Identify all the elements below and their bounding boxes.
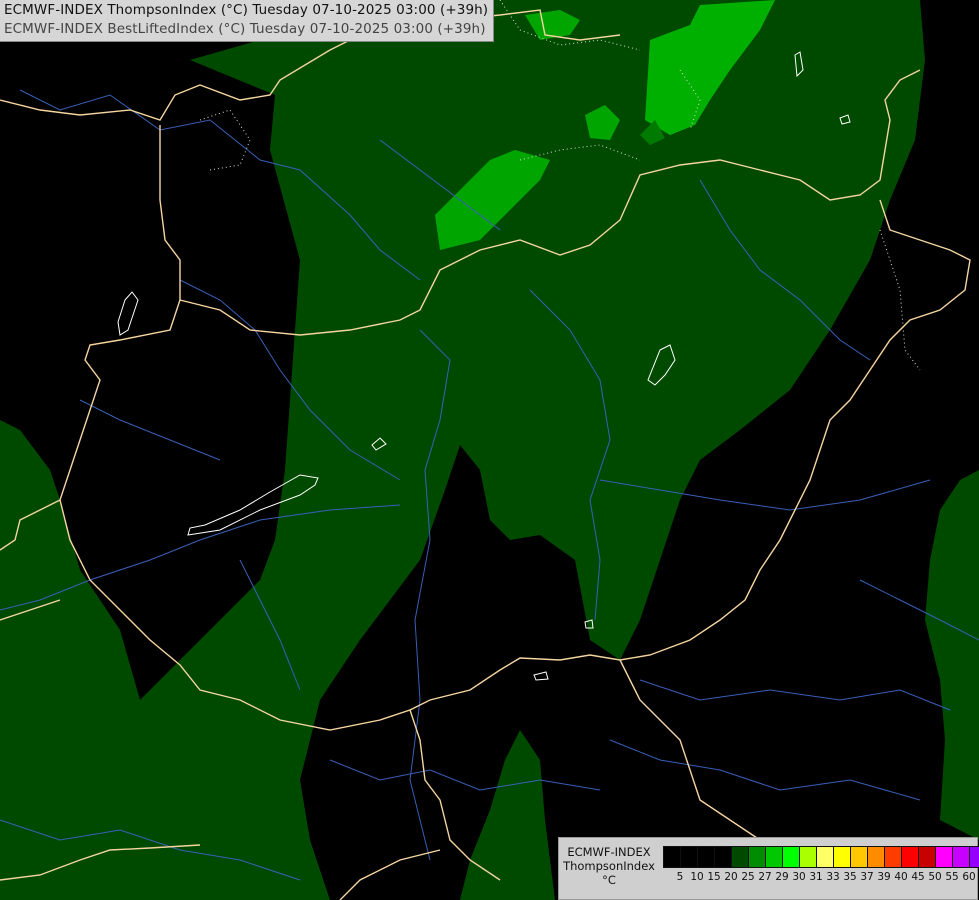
legend-tick-label: 30 [792,871,806,883]
central-green-zone [0,0,925,900]
legend-unit: °C [602,873,616,887]
legend-tick-label: 37 [860,871,874,883]
bottom-green-tongue [460,730,555,900]
legend-tick-label: 25 [741,871,755,883]
legend-swatch [664,847,681,867]
legend-tick-label: 5 [676,871,684,883]
legend-swatch [919,847,936,867]
legend-swatch [732,847,749,867]
legend-tick-label: 55 [945,871,959,883]
legend-swatch [834,847,851,867]
legend-swatch [783,847,800,867]
map-title-secondary: ECMWF-INDEX BestLiftedIndex (°C) Tuesday… [4,21,486,37]
map-title-primary: ECMWF-INDEX ThompsonIndex (°C) Tuesday 0… [4,2,489,18]
legend-tick-label: 35 [843,871,857,883]
legend-label: ECMWF-INDEX ThompsonIndex °C [563,845,655,887]
weather-map: ECMWF-INDEX ThompsonIndex (°C) Tuesday 0… [0,0,979,900]
green-zones [0,0,979,900]
legend-swatch [749,847,766,867]
legend-tick-label: 50 [928,871,942,883]
legend-swatch [885,847,902,867]
legend-tick-label: 20 [724,871,738,883]
right-edge-green-zone [925,470,979,840]
legend-swatch [851,847,868,867]
map-canvas [0,0,979,900]
legend-swatches [663,846,979,868]
legend-swatch [953,847,970,867]
legend-parameter: ThompsonIndex [563,859,655,873]
legend-tick-label: 39 [877,871,891,883]
legend-tick-label: 45 [911,871,925,883]
legend-swatch [817,847,834,867]
legend-swatch [970,847,979,867]
legend-tick-label: 10 [690,871,704,883]
legend-tick-label: 27 [758,871,772,883]
legend-swatch [681,847,698,867]
legend-swatch [936,847,953,867]
legend-tick-label: 60 [962,871,976,883]
legend-tick-label: 29 [775,871,789,883]
legend-swatch [698,847,715,867]
color-legend: ECMWF-INDEX ThompsonIndex °C 5 10 15 20 25 27… [558,837,979,900]
legend-tick-label: 33 [826,871,840,883]
legend-swatch [868,847,885,867]
lake-small-5 [533,671,549,681]
legend-tick-label: 15 [707,871,721,883]
legend-model: ECMWF-INDEX [567,845,651,859]
legend-swatch [766,847,783,867]
legend-tick-label: 31 [809,871,823,883]
map-title-box: ECMWF-INDEX ThompsonIndex (°C) Tuesday 0… [0,0,495,42]
lake-north [117,291,139,336]
legend-swatch [902,847,919,867]
legend-tick-label: 40 [894,871,908,883]
legend-swatch [800,847,817,867]
legend-swatch [715,847,732,867]
